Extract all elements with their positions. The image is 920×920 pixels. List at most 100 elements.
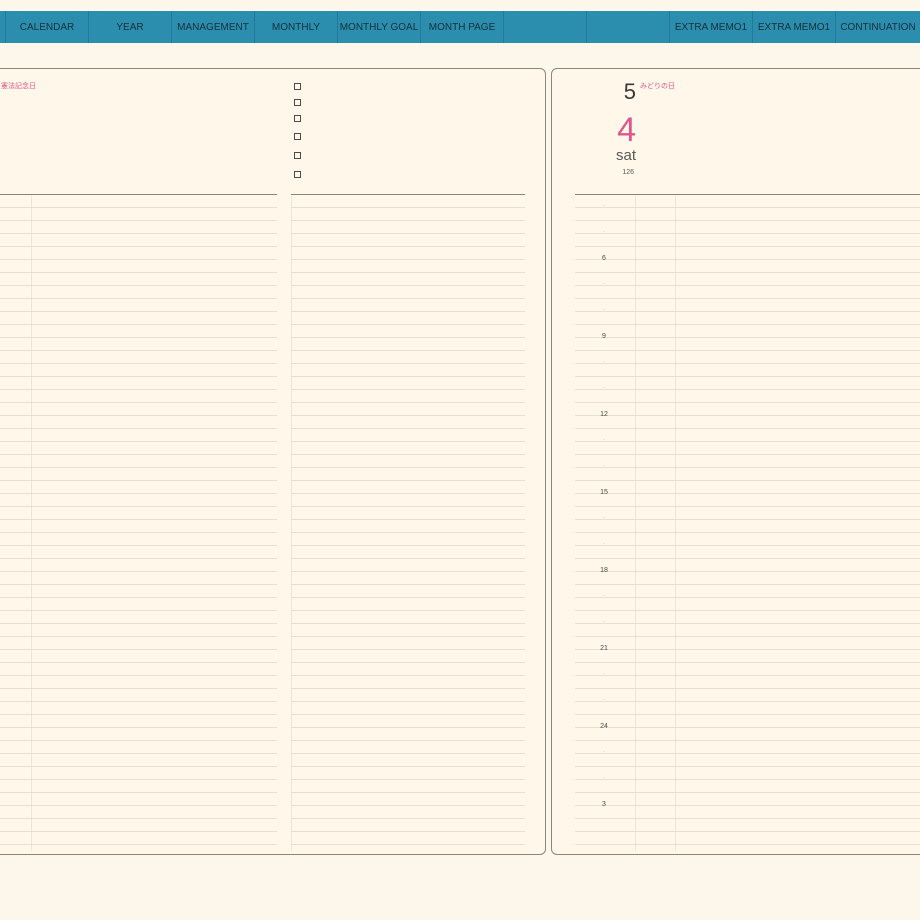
nav-tab-year[interactable]: YEAR <box>89 11 172 43</box>
ruled-line <box>291 740 525 741</box>
nav-tab-continuation[interactable]: CONTINUATION <box>836 11 920 43</box>
ruled-line <box>0 753 277 754</box>
ruled-line <box>575 376 920 377</box>
ruled-line <box>575 675 920 676</box>
ruled-line <box>291 714 525 715</box>
ruled-line <box>575 233 920 234</box>
ruled-line <box>0 506 277 507</box>
ruled-line <box>575 545 920 546</box>
time-tick: · <box>603 437 605 443</box>
ruled-line <box>291 545 525 546</box>
ruled-line <box>291 311 525 312</box>
ruled-line <box>0 701 277 702</box>
ruled-line <box>0 779 277 780</box>
nav-tab-management[interactable]: MANAGEMENT <box>172 11 255 43</box>
ruled-line <box>575 493 920 494</box>
ruled-line <box>575 519 920 520</box>
ruled-line <box>0 688 277 689</box>
ruled-line <box>291 844 525 845</box>
todo-checkbox[interactable] <box>294 99 301 106</box>
ruled-line <box>575 558 920 559</box>
nav-tab-blank-1[interactable] <box>504 11 587 43</box>
time-label: 9 <box>602 333 606 340</box>
todo-checkbox[interactable] <box>294 133 301 140</box>
ruled-line <box>291 779 525 780</box>
ruled-line <box>0 324 277 325</box>
ruled-line <box>291 818 525 819</box>
ruled-line <box>575 662 920 663</box>
ruled-line <box>0 805 277 806</box>
nav-tab-blank-2[interactable] <box>587 11 670 43</box>
ruled-line <box>291 662 525 663</box>
ruled-line <box>575 298 920 299</box>
ruled-line <box>0 454 277 455</box>
section-divider-left <box>0 194 277 195</box>
ruled-line <box>291 220 525 221</box>
todo-checkbox[interactable] <box>294 115 301 122</box>
ruled-line <box>291 259 525 260</box>
nav-tab-calendar[interactable]: CALENDAR <box>6 11 89 43</box>
ruled-line <box>0 740 277 741</box>
time-tick: · <box>603 697 605 703</box>
ruled-line <box>0 571 277 572</box>
ruled-line <box>575 597 920 598</box>
ruled-line <box>0 675 277 676</box>
ruled-line <box>575 350 920 351</box>
ruled-line <box>0 259 277 260</box>
ruled-line <box>0 792 277 793</box>
ruled-line <box>291 272 525 273</box>
ruled-line <box>291 441 525 442</box>
ruled-line <box>0 714 277 715</box>
section-divider-todo <box>291 194 525 195</box>
ruled-line <box>0 584 277 585</box>
day-number: 4 <box>617 111 636 149</box>
ruled-line <box>291 337 525 338</box>
ruled-line <box>575 259 920 260</box>
nav-tab-extra-memo-1[interactable]: EXTRA MEMO1 <box>670 11 753 43</box>
ruled-line <box>291 597 525 598</box>
todo-checkbox[interactable] <box>294 152 301 159</box>
ruled-line <box>0 272 277 273</box>
nav-tab-monthly[interactable]: MONTHLY <box>255 11 338 43</box>
ruled-line <box>575 792 920 793</box>
ruled-line <box>291 350 525 351</box>
time-tick: · <box>603 385 605 391</box>
ruled-line <box>575 571 920 572</box>
ruled-line <box>291 753 525 754</box>
ruled-line <box>575 246 920 247</box>
weekday-label: sat <box>615 147 636 164</box>
ruled-line <box>575 220 920 221</box>
time-tick: · <box>603 619 605 625</box>
ruled-line <box>575 363 920 364</box>
section-divider-right <box>575 194 920 195</box>
todo-checkbox[interactable] <box>294 171 301 178</box>
ruled-line <box>291 675 525 676</box>
nav-tab-month-page[interactable]: MONTH PAGE <box>421 11 504 43</box>
ruled-line <box>291 506 525 507</box>
ruled-line <box>291 571 525 572</box>
time-tick: · <box>603 593 605 599</box>
ruled-line <box>0 350 277 351</box>
nav-tab-extra-memo-2[interactable]: EXTRA MEMO1 <box>753 11 836 43</box>
todo-checkbox[interactable] <box>294 83 301 90</box>
ruled-line <box>575 623 920 624</box>
ruled-line <box>0 337 277 338</box>
ruled-line <box>291 766 525 767</box>
nav-tab-monthly-goal[interactable]: MONTHLY GOAL <box>338 11 421 43</box>
ruled-line <box>0 233 277 234</box>
ruled-line <box>575 311 920 312</box>
ruled-line <box>291 389 525 390</box>
time-tick: · <box>603 749 605 755</box>
ruled-line <box>575 207 920 208</box>
time-label: 15 <box>600 489 608 496</box>
ruled-line <box>0 363 277 364</box>
time-label: 12 <box>600 411 608 418</box>
ruled-line <box>0 766 277 767</box>
ruled-line <box>0 480 277 481</box>
ruled-line <box>575 610 920 611</box>
ruled-line <box>291 428 525 429</box>
month-number: 5 <box>623 79 636 104</box>
ruled-line <box>0 545 277 546</box>
time-label: 21 <box>600 645 608 652</box>
time-tick: · <box>603 359 605 365</box>
